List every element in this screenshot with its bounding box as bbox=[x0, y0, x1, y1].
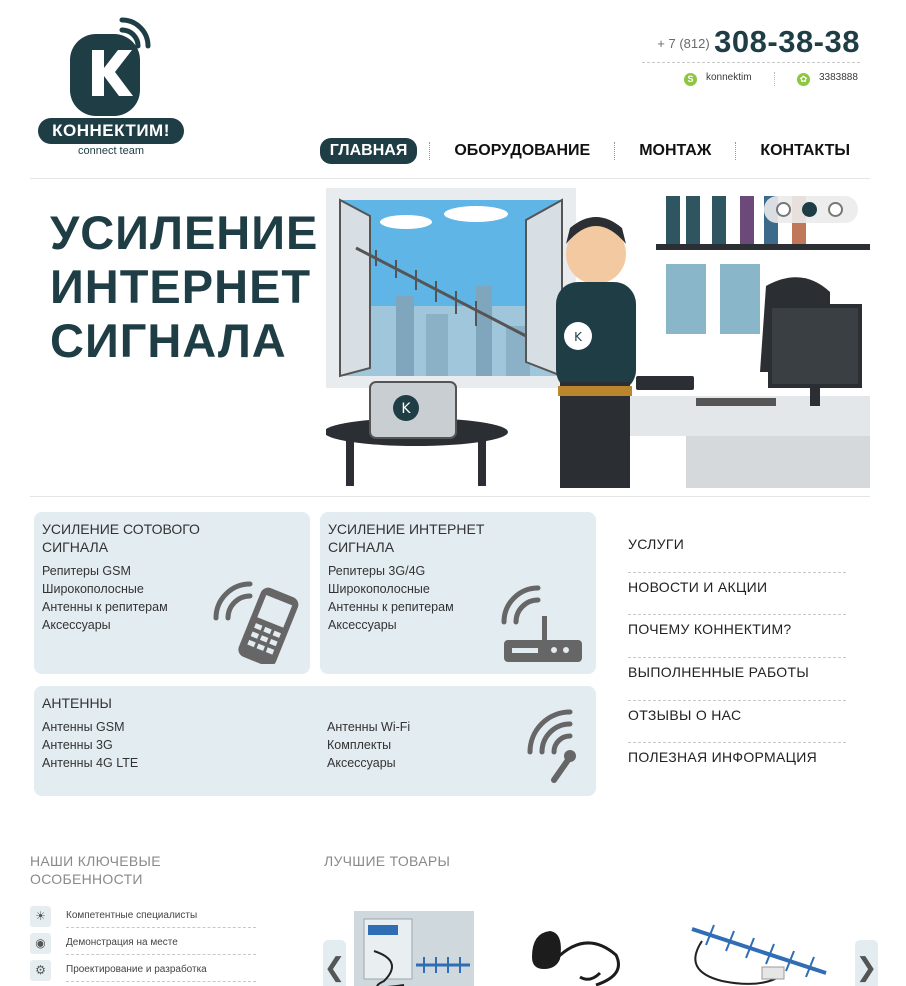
slide-dot-1[interactable] bbox=[776, 202, 791, 217]
product-image-antenna-puck[interactable] bbox=[510, 911, 630, 986]
phone-number[interactable]: 308-38-38 bbox=[714, 24, 860, 59]
nav-item-home[interactable]: ГЛАВНАЯ bbox=[319, 138, 418, 164]
feature-item: ☀ Компетентные специалисты bbox=[30, 906, 256, 933]
features-heading: НАШИ КЛЮЧЕВЫЕ ОСОБЕННОСТИ bbox=[30, 853, 161, 887]
banner-title-line: ИНТЕРНЕТ bbox=[50, 260, 312, 313]
side-menu-useful-info[interactable]: ПОЛЕЗНАЯ ИНФОРМАЦИЯ bbox=[628, 743, 846, 786]
main-nav: ГЛАВНАЯ ОБОРУДОВАНИЕ МОНТАЖ КОНТАКТЫ bbox=[319, 138, 862, 164]
phone-block: + 7 (812) 308-38-38 bbox=[657, 24, 860, 64]
technician-illustration: K K bbox=[326, 188, 870, 488]
icq-contact[interactable]: ✿ 3383888 bbox=[797, 72, 858, 86]
feature-item: ⚙ Проектирование и разработка bbox=[30, 960, 256, 986]
banner-title-line: УСИЛЕНИЕ bbox=[50, 206, 319, 259]
header-divider bbox=[30, 178, 870, 179]
feature-label: Демонстрация на месте bbox=[66, 937, 178, 948]
feature-divider bbox=[66, 981, 256, 982]
nav-item-contacts[interactable]: КОНТАКТЫ bbox=[748, 138, 862, 164]
hero-banner[interactable]: УСИЛЕНИЕ ИНТЕРНЕТ СИГНАЛА K K bbox=[30, 186, 870, 488]
feature-label: Компетентные специалисты bbox=[66, 910, 198, 921]
products-heading: ЛУЧШИЕ ТОВАРЫ bbox=[324, 853, 451, 869]
product-image-yagi-antenna[interactable] bbox=[684, 911, 834, 986]
nav-separator bbox=[429, 142, 431, 160]
carousel-next-button[interactable]: ❯ bbox=[855, 940, 878, 986]
mobile-phone-icon bbox=[213, 581, 299, 664]
category-title[interactable]: УСИЛЕНИЕ СОТОВОГО СИГНАЛА bbox=[42, 520, 302, 556]
slide-dot-2[interactable] bbox=[802, 202, 817, 217]
svg-text:K: K bbox=[401, 401, 411, 417]
brand-name: КОННЕКТИМ! bbox=[38, 118, 184, 144]
side-menu: УСЛУГИ НОВОСТИ И АКЦИИ ПОЧЕМУ КОННЕКТИМ?… bbox=[628, 530, 846, 786]
side-menu-completed-works[interactable]: ВЫПОЛНЕННЫЕ РАБОТЫ bbox=[628, 658, 846, 701]
nav-item-installation[interactable]: МОНТАЖ bbox=[627, 138, 723, 164]
category-link[interactable]: Антенны 3G bbox=[42, 736, 138, 754]
side-menu-services[interactable]: УСЛУГИ bbox=[628, 530, 846, 573]
icq-label: 3383888 bbox=[819, 72, 858, 83]
side-menu-reviews[interactable]: ОТЗЫВЫ О НАС bbox=[628, 701, 846, 744]
feature-label: Проектирование и разработка bbox=[66, 964, 207, 975]
feature-divider bbox=[66, 927, 256, 928]
eye-icon: ◉ bbox=[30, 933, 51, 954]
category-link[interactable]: Антенны 4G LTE bbox=[42, 754, 138, 772]
skype-contact[interactable]: Skonnektim bbox=[684, 72, 752, 86]
router-icon bbox=[501, 585, 582, 662]
contact-separator bbox=[774, 72, 775, 86]
nav-separator bbox=[614, 142, 616, 160]
svg-text:K: K bbox=[574, 330, 583, 344]
logo-k-icon bbox=[70, 17, 151, 116]
category-title[interactable]: АНТЕННЫ bbox=[42, 694, 588, 712]
category-card-cellular[interactable]: УСИЛЕНИЕ СОТОВОГО СИГНАЛА Репитеры GSM Ш… bbox=[34, 512, 310, 674]
banner-divider bbox=[30, 496, 870, 497]
brand-logo[interactable]: КОННЕКТИМ! connect team bbox=[38, 14, 186, 160]
category-link[interactable]: Антенны GSM bbox=[42, 718, 138, 736]
gear-icon: ⚙ bbox=[30, 960, 51, 981]
nav-item-equipment[interactable]: ОБОРУДОВАНИЕ bbox=[442, 138, 602, 164]
antennas-links-left: Антенны GSM Антенны 3G Антенны 4G LTE bbox=[42, 718, 138, 772]
feature-item: ◉ Демонстрация на месте bbox=[30, 933, 256, 960]
antennas-links-right: Антенны Wi-Fi Комплекты Аксессуары bbox=[327, 718, 410, 772]
phone-prefix: + 7 (812) bbox=[657, 36, 710, 51]
carousel-prev-button[interactable]: ❮ bbox=[323, 940, 346, 986]
category-card-internet[interactable]: УСИЛЕНИЕ ИНТЕРНЕТ СИГНАЛА Репитеры 3G/4G… bbox=[320, 512, 596, 674]
category-link[interactable]: Аксессуары bbox=[327, 754, 410, 772]
side-menu-news[interactable]: НОВОСТИ И АКЦИИ bbox=[628, 573, 846, 616]
nav-separator bbox=[735, 142, 737, 160]
feature-divider bbox=[66, 954, 256, 955]
category-card-antennas[interactable]: АНТЕННЫ Антенны GSM Антенны 3G Антенны 4… bbox=[34, 686, 596, 796]
category-title[interactable]: УСИЛЕНИЕ ИНТЕРНЕТ СИГНАЛА bbox=[328, 520, 588, 556]
phone-divider bbox=[642, 62, 860, 63]
banner-title: УСИЛЕНИЕ ИНТЕРНЕТ СИГНАЛА bbox=[50, 206, 318, 368]
banner-title-line: СИГНАЛА bbox=[50, 314, 287, 367]
side-menu-why-us[interactable]: ПОЧЕМУ КОННЕКТИМ? bbox=[628, 615, 846, 659]
product-image-kit[interactable] bbox=[354, 911, 474, 986]
antenna-icon bbox=[527, 709, 576, 783]
category-link[interactable]: Антенны Wi-Fi bbox=[327, 718, 410, 736]
skype-icon: S bbox=[684, 73, 697, 86]
category-link[interactable]: Комплекты bbox=[327, 736, 410, 754]
slider-pagination bbox=[764, 196, 858, 223]
brand-tagline: connect team bbox=[77, 145, 145, 157]
slide-dot-3[interactable] bbox=[828, 202, 843, 217]
icq-icon: ✿ bbox=[797, 73, 810, 86]
skype-label: konnektim bbox=[706, 72, 752, 83]
lightbulb-icon: ☀ bbox=[30, 906, 51, 927]
